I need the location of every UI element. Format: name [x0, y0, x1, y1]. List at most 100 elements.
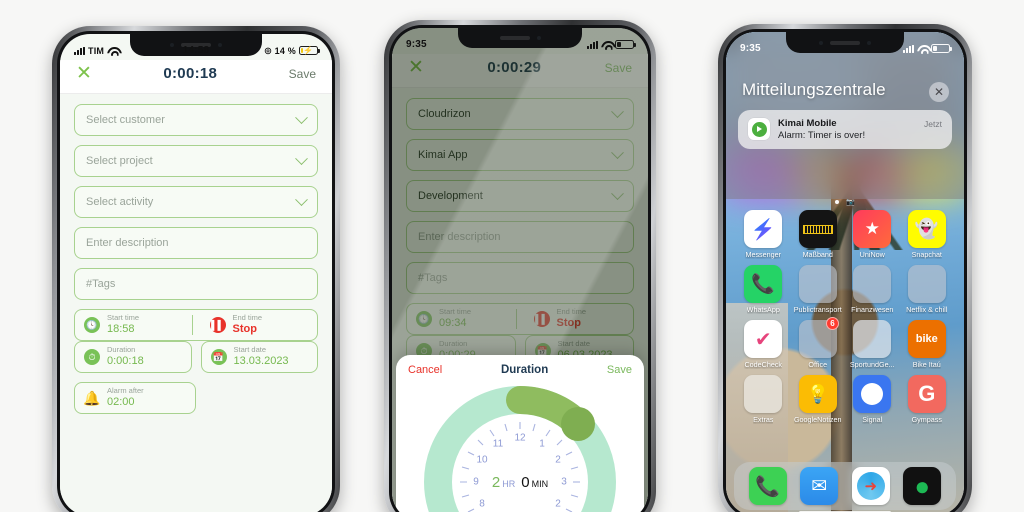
phone-1-screen: TIM 14:58 ◎ 14 % ⚡ ✕ 0:00:18 Save Select…	[60, 34, 332, 512]
cancel-button[interactable]: Cancel	[408, 364, 442, 376]
app-label: Bike Itaú	[912, 360, 941, 369]
customer-select[interactable]: Select customer	[74, 104, 318, 136]
calendar-icon: 📅	[210, 349, 227, 365]
alarm-after-value: 02:00	[107, 395, 135, 408]
wifi-icon	[601, 40, 612, 49]
status-right	[562, 39, 636, 50]
folder-sportundgesundheit[interactable]: SportundGe...	[845, 320, 900, 369]
dial-handle[interactable]	[561, 407, 595, 441]
stop-icon: ▌▌	[209, 317, 226, 333]
save-button[interactable]: Save	[605, 61, 632, 75]
app-label: Maßband	[802, 250, 833, 259]
folder-icon	[853, 320, 892, 358]
description-placeholder: Enter description	[418, 231, 501, 243]
battery-fill	[617, 41, 621, 48]
app-messenger[interactable]: ⚡ Messenger	[736, 210, 791, 259]
start-time-cell[interactable]: 🕓 Start time 18:58	[84, 313, 183, 336]
app-uninow[interactable]: ★ UniNow	[845, 210, 900, 259]
svg-text:11: 11	[493, 439, 504, 450]
save-button[interactable]: Save	[607, 364, 632, 376]
status-bar: 9:35	[392, 28, 648, 54]
time-range-row: 🕓 Start time 09:34 ▌▌ End time Stop	[406, 303, 634, 335]
start-date-label: Start date	[233, 345, 267, 355]
description-input[interactable]: Enter description	[406, 221, 634, 253]
phone-1: TIM 14:58 ◎ 14 % ⚡ ✕ 0:00:18 Save Select…	[52, 26, 340, 512]
notification-banner[interactable]: Kimai Mobile Alarm: Timer is over! Jetzt	[738, 110, 952, 149]
folder-netflix-chill[interactable]: Netflix & chill	[900, 265, 955, 314]
duration-label: Duration	[107, 345, 136, 355]
start-date-cell[interactable]: 📅 Start date 13.03.2023	[200, 341, 318, 373]
gympass-icon: G	[907, 375, 946, 413]
battery-percent-label: 14 %	[274, 45, 296, 56]
start-time-cell[interactable]: 🕓 Start time 09:34	[416, 307, 507, 330]
stop-icon: ▌▌	[533, 311, 550, 327]
status-left: 9:35	[406, 39, 478, 50]
app-label: SportundGe...	[849, 360, 895, 369]
tags-input[interactable]: #Tags	[406, 262, 634, 294]
save-button[interactable]: Save	[289, 67, 316, 81]
project-select[interactable]: Select project	[74, 145, 318, 177]
app-google-notizen[interactable]: 💡 GoogleNotizen	[791, 375, 846, 424]
duration-cell[interactable]: ⏱ Duration 0:00:18	[74, 341, 192, 373]
customer-select[interactable]: Cloudrizon	[406, 98, 634, 130]
mail-icon[interactable]: ✉	[800, 467, 839, 505]
alarm-after-cell[interactable]: 🔔 Alarm after 02:00	[74, 382, 196, 414]
duration-sheet-title: Duration	[500, 364, 549, 376]
duration-readout: 2 HR 0 MIN	[492, 474, 548, 491]
folder-finanzwesen[interactable]: Finanzwesen	[845, 265, 900, 314]
duration-dial[interactable]: 121 23 25 67 89 1011 2 HR	[408, 382, 632, 512]
app-label: Extras	[753, 415, 774, 424]
phone-icon[interactable]: 📞	[748, 467, 787, 505]
codecheck-icon: ✔	[744, 320, 783, 358]
end-time-cell[interactable]: ▌▌ End time Stop	[526, 307, 625, 330]
app-label: WhatsApp	[746, 305, 780, 314]
customer-placeholder: Select customer	[86, 114, 165, 126]
spotify-icon[interactable]: ●	[903, 467, 942, 505]
end-time-cell[interactable]: ▌▌ End time Stop	[202, 313, 309, 336]
page-dot[interactable]	[835, 200, 840, 204]
folder-icon	[798, 265, 837, 303]
folder-office[interactable]: 6 Office	[791, 317, 846, 369]
app-massband[interactable]: Maßband	[791, 210, 846, 259]
speaker-grille	[830, 40, 860, 45]
app-codecheck[interactable]: ✔ CodeCheck	[736, 320, 791, 369]
kimai-play-icon	[748, 118, 770, 140]
close-icon[interactable]: ✕	[408, 58, 424, 77]
activity-placeholder: Select activity	[86, 196, 154, 208]
phone-2-bezel: 9:35 ✕ 0:00:29 Save Cloudrizon Kimai App…	[389, 25, 651, 512]
battery-icon	[931, 43, 952, 54]
stopwatch-icon: ⏱	[84, 349, 100, 365]
kimai-play-dot	[751, 121, 767, 137]
app-bike-itau[interactable]: bike Bike Itaú	[900, 320, 955, 369]
app-label: Snapchat	[911, 250, 942, 259]
project-select[interactable]: Kimai App	[406, 139, 634, 171]
app-label: Finanzwesen	[851, 305, 894, 314]
phone-2-app-header: ✕ 0:00:29 Save	[392, 54, 648, 88]
close-icon[interactable]: ✕	[929, 82, 949, 102]
uninow-icon: ★	[853, 210, 892, 248]
app-whatsapp[interactable]: 📞 WhatsApp	[736, 265, 791, 314]
divider	[191, 315, 193, 335]
duration-minutes-unit: MIN	[531, 479, 549, 489]
time-range-row: 🕓 Start time 18:58 ▌▌ End time Stop	[74, 309, 318, 341]
folder-extras[interactable]: Extras	[736, 375, 791, 424]
close-icon[interactable]: ✕	[76, 64, 92, 83]
clock-icon: 🕓	[84, 317, 100, 333]
app-snapchat[interactable]: 👻 Snapchat	[900, 210, 955, 259]
start-time-label: Start time	[439, 307, 472, 317]
notification-app-name: Kimai Mobile	[778, 118, 837, 129]
tags-input[interactable]: #Tags	[74, 268, 318, 300]
safari-icon[interactable]: ➜	[851, 467, 890, 505]
activity-select[interactable]: Development	[406, 180, 634, 212]
signal-icon	[853, 375, 892, 413]
description-input[interactable]: Enter description	[74, 227, 318, 259]
customer-value: Cloudrizon	[418, 108, 471, 120]
phone-2-frame: 9:35 ✕ 0:00:29 Save Cloudrizon Kimai App…	[384, 20, 656, 512]
start-time-value: 09:34	[439, 316, 467, 329]
bell-icon: 🔔	[83, 389, 101, 406]
app-signal[interactable]: Signal	[845, 375, 900, 424]
app-gympass[interactable]: G Gympass	[900, 375, 955, 424]
activity-select[interactable]: Select activity	[74, 186, 318, 218]
folder-publictransport[interactable]: Publictransport	[791, 265, 846, 314]
location-icon: ◎	[264, 46, 272, 55]
